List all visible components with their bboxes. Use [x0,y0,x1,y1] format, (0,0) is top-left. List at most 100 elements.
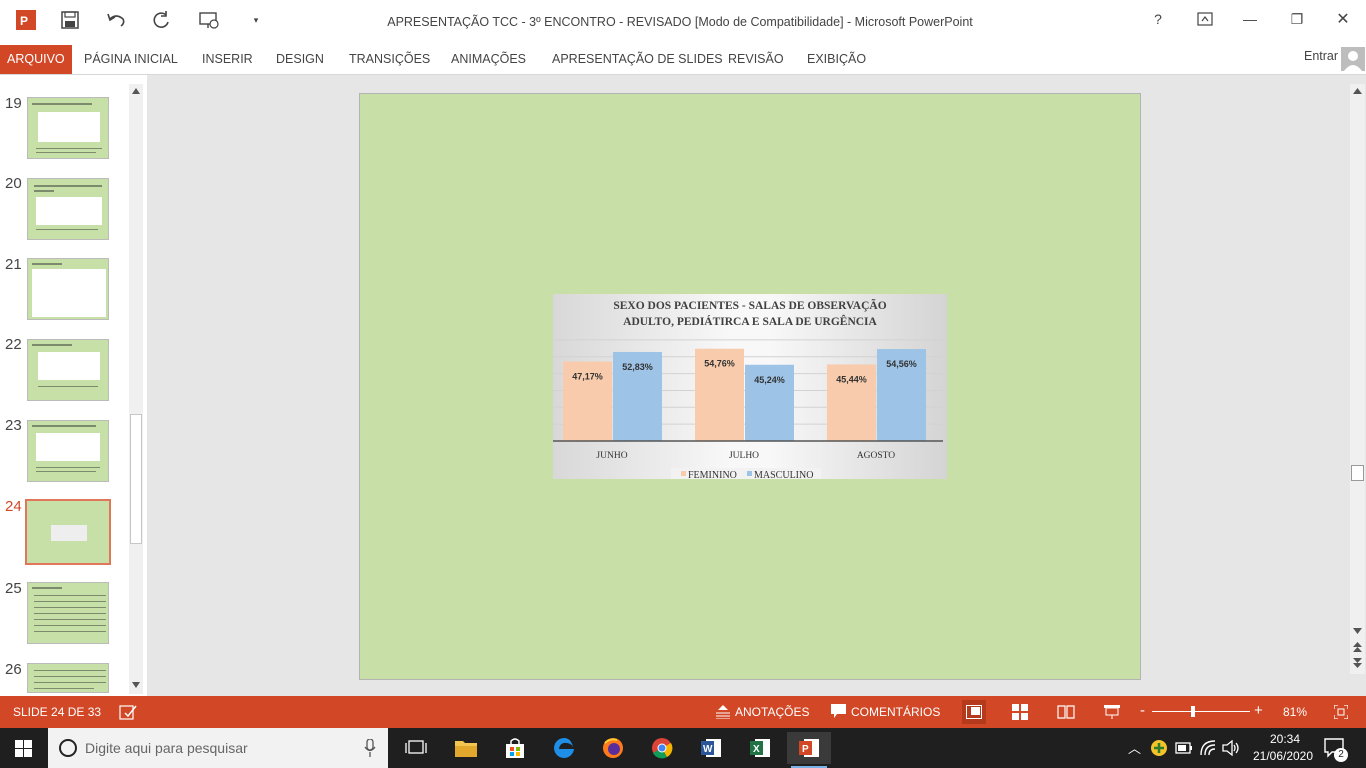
title-bar: P ▾ APRESENTAÇÃO TCC - 3º ENCONTRO - REV… [0,0,1366,45]
excel-icon[interactable]: X [738,732,782,764]
zoom-level[interactable]: 81% [1283,705,1307,719]
svg-text:P: P [20,14,28,28]
start-slideshow-icon[interactable] [195,8,223,32]
scroll-down-icon[interactable] [1353,628,1362,634]
thumbnail-number: 20 [5,175,22,192]
slide-scrollbar[interactable] [1350,84,1365,674]
tab-exibicao[interactable]: EXIBIÇÃO [807,45,866,74]
scroll-down-icon[interactable] [132,682,140,688]
reading-view-icon[interactable] [1057,704,1075,720]
slide-canvas[interactable]: SEXO DOS PACIENTES - SALAS DE OBSERVAÇÃO… [359,93,1141,680]
slide-counter: SLIDE 24 DE 33 [13,705,102,719]
scrollbar-thumb[interactable] [1351,465,1364,481]
comments-button[interactable]: COMENTÁRIOS [851,705,940,719]
chrome-icon[interactable] [640,732,684,764]
notes-button[interactable]: ANOTAÇÕES [735,705,809,719]
save-icon[interactable] [56,8,84,32]
scroll-up-icon[interactable] [132,88,140,94]
status-bar: SLIDE 24 DE 33 ANOTAÇÕES COMENTÁRIOS - +… [0,696,1366,728]
show-hidden-icons-icon[interactable]: ︿ [1128,738,1141,757]
previous-slide-icon[interactable] [1353,642,1362,652]
slide-thumbnails-pane: 19 20 21 22 23 24 25 26 [0,75,147,697]
close-button[interactable]: ✕ [1323,8,1363,30]
tab-animacoes[interactable]: ANIMAÇÕES [451,45,526,74]
windows-start-icon[interactable] [15,740,32,757]
notification-count-badge: 2 [1334,748,1348,762]
zoom-in-button[interactable]: + [1254,702,1263,719]
svg-text:P: P [802,744,809,755]
powerpoint-taskbar-icon[interactable]: P [787,732,831,768]
slide-thumbnail-26[interactable] [27,663,109,693]
spell-check-icon[interactable] [119,704,137,720]
help-button[interactable]: ? [1138,8,1178,30]
task-view-icon[interactable] [394,732,438,764]
tab-inserir[interactable]: INSERIR [202,45,253,74]
customize-toolbar-icon[interactable]: ▾ [242,8,270,32]
svg-text:X: X [753,744,760,755]
legend-swatch [747,471,752,476]
slide-thumbnail-24[interactable] [25,499,111,565]
redo-icon[interactable] [147,8,175,32]
file-explorer-icon[interactable] [444,732,488,764]
notes-icon[interactable] [716,705,730,719]
chart-legend: FEMININO MASCULINO [671,468,821,479]
thumbnail-number: 26 [5,661,22,678]
slide-thumbnail-20[interactable] [27,178,109,240]
word-icon[interactable]: W [689,732,733,764]
powerpoint-logo-icon[interactable]: P [12,8,40,32]
normal-view-icon [966,705,982,719]
chart-title-line-1: SEXO DOS PACIENTES - SALAS DE OBSERVAÇÃO [613,298,886,312]
slide-thumbnail-21[interactable] [27,258,109,320]
normal-view-button[interactable] [962,700,986,724]
tab-transicoes[interactable]: TRANSIÇÕES [349,45,430,74]
firefox-icon[interactable] [591,732,635,764]
sign-in-link[interactable]: Entrar [1304,49,1338,63]
clock-date[interactable]: 21/06/2020 [1248,749,1318,763]
slide-sorter-icon[interactable] [1012,704,1028,720]
edge-browser-icon[interactable] [542,732,586,764]
data-label: 45,24% [754,375,785,385]
tab-pagina-inicial[interactable]: PÁGINA INICIAL [84,45,178,74]
tab-arquivo[interactable]: ARQUIVO [0,45,72,74]
ribbon-display-options-icon[interactable] [1185,8,1225,30]
minimize-button[interactable]: — [1230,8,1270,30]
security-status-icon[interactable] [1150,739,1168,757]
clock-time[interactable]: 20:34 [1260,732,1310,746]
comments-icon[interactable] [831,704,846,719]
data-label: 54,76% [704,359,735,369]
legend-label: FEMININO [688,470,737,479]
maximize-button[interactable]: ❐ [1277,8,1317,30]
slide-thumbnail-22[interactable] [27,339,109,401]
fit-to-window-icon[interactable] [1334,705,1348,719]
data-label: 54,56% [886,359,917,369]
next-slide-icon[interactable] [1353,658,1362,668]
microsoft-store-icon[interactable] [493,732,537,764]
thumbnail-number: 19 [5,95,22,112]
battery-icon[interactable] [1175,741,1193,755]
tab-revisao[interactable]: REVISÃO [728,45,784,74]
category-label: JUNHO [596,451,627,461]
data-label: 47,17% [572,372,603,382]
avatar[interactable] [1341,47,1365,71]
wifi-icon[interactable] [1199,739,1217,757]
slide-thumbnail-19[interactable] [27,97,109,159]
tab-apresentacao-de-slides[interactable]: APRESENTAÇÃO DE SLIDES [552,45,723,74]
chart[interactable]: SEXO DOS PACIENTES - SALAS DE OBSERVAÇÃO… [553,294,947,479]
tab-design[interactable]: DESIGN [276,45,324,74]
undo-icon[interactable] [102,8,130,32]
taskbar-search-box[interactable]: Digite aqui para pesquisar [48,728,388,768]
legend-label: MASCULINO [754,470,813,479]
slide-thumbnail-23[interactable] [27,420,109,482]
zoom-out-button[interactable]: - [1140,702,1145,719]
chart-title-line-2: ADULTO, PEDIÁTIRCA E SALA DE URGÊNCIA [623,314,877,328]
slide-thumbnail-25[interactable] [27,582,109,644]
scrollbar-thumb[interactable] [130,414,142,544]
zoom-slider-thumb[interactable] [1191,706,1196,717]
zoom-slider[interactable] [1152,706,1250,717]
thumbnails-scrollbar[interactable] [129,84,143,694]
slideshow-view-icon[interactable] [1103,704,1121,720]
thumbnail-number: 23 [5,417,22,434]
microphone-icon[interactable] [364,739,376,757]
scroll-up-icon[interactable] [1353,88,1362,94]
volume-icon[interactable] [1222,740,1240,756]
